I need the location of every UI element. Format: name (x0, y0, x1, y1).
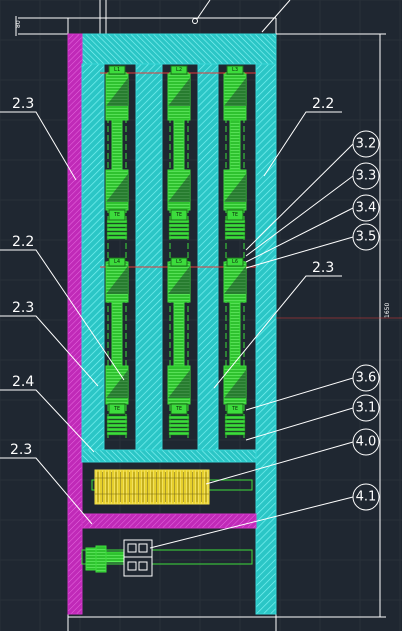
tag-mid-2: L5 (176, 259, 182, 265)
column-2: L2 TE L5 TE (167, 65, 191, 440)
tag-mid-1: L4 (114, 259, 120, 265)
mounting-rail (81, 513, 257, 529)
tag-te-lower-1: TE (114, 406, 120, 412)
label-left-4: 2.4 (12, 374, 34, 390)
right-side-panel (255, 63, 277, 615)
drawing-svg: 80 L1 TE L4 TE L2 TE L5 TE L3 TE L6 TE 1650 2.3 2.2… (0, 0, 402, 631)
busbar-columns: L1 TE L4 TE L2 TE L5 TE L3 TE L6 TE (105, 65, 247, 440)
tag-mid-3: L6 (232, 259, 238, 265)
label-right-2: 2.3 (312, 260, 334, 276)
tag-top-1: L1 (114, 67, 120, 73)
tag-te-lower-2: TE (176, 406, 182, 412)
svg-text:3.4: 3.4 (356, 201, 377, 216)
svg-text:3.6: 3.6 (356, 371, 377, 386)
divider-2 (197, 63, 219, 451)
right-dimension: 1650 (276, 33, 402, 618)
tag-te-upper-2: TE (176, 212, 182, 218)
tag-te-lower-3: TE (232, 406, 238, 412)
tag-top-2: L2 (176, 67, 182, 73)
svg-text:4.0: 4.0 (356, 435, 377, 450)
column-1: L1 TE L4 TE (105, 65, 129, 440)
callout-3-4: 3.4 (352, 194, 380, 222)
callout-3-2: 3.2 (352, 130, 380, 158)
label-left-3: 2.3 (12, 300, 34, 316)
callout-3-5: 3.5 (352, 223, 380, 251)
tag-top-3: L3 (232, 67, 238, 73)
label-left-5: 2.3 (10, 442, 32, 458)
cad-drawing-canvas[interactable]: 80 L1 TE L4 TE L2 TE L5 TE L3 TE L6 TE 1… (0, 0, 402, 631)
divider-1 (135, 63, 163, 451)
callout-3-6: 3.6 (352, 364, 380, 392)
label-right-1: 2.2 (312, 96, 334, 112)
callout-3-3: 3.3 (352, 162, 380, 190)
svg-text:4.1: 4.1 (356, 490, 377, 505)
terminal-block (91, 469, 253, 505)
label-left-2: 2.2 (12, 234, 34, 250)
callout-3-1: 3.1 (352, 394, 380, 422)
svg-text:3.1: 3.1 (356, 401, 377, 416)
callout-4-0: 4.0 (352, 428, 380, 456)
svg-text:3.5: 3.5 (356, 230, 377, 245)
label-left-1: 2.3 (12, 96, 34, 112)
dimension-right-text: 1650 (384, 303, 391, 318)
column-3: L3 TE L6 TE (223, 65, 247, 440)
top-busbar (81, 33, 277, 65)
dimension-left-text: 80 (15, 20, 22, 28)
callout-4-1: 4.1 (352, 483, 380, 511)
tag-te-upper-3: TE (232, 212, 238, 218)
left-side-panel (67, 33, 83, 615)
breaker-assembly (81, 539, 253, 577)
horizontal-busbar (81, 449, 257, 463)
left-inner-panel (81, 63, 105, 451)
svg-text:3.2: 3.2 (356, 137, 377, 152)
svg-text:3.3: 3.3 (356, 169, 377, 184)
tag-te-upper-1: TE (114, 212, 120, 218)
